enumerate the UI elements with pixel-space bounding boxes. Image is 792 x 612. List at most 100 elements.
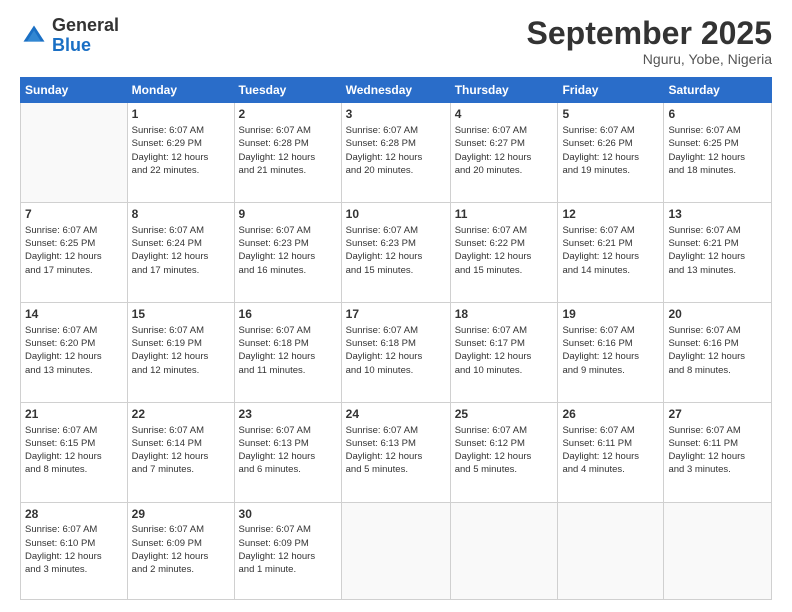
day-info: Sunrise: 6:07 AM Sunset: 6:16 PM Dayligh…	[668, 324, 767, 377]
weekday-sunday: Sunday	[21, 78, 128, 103]
day-info: Sunrise: 6:07 AM Sunset: 6:09 PM Dayligh…	[132, 523, 230, 576]
day-number: 18	[455, 306, 554, 323]
day-number: 29	[132, 506, 230, 523]
day-info: Sunrise: 6:07 AM Sunset: 6:12 PM Dayligh…	[455, 424, 554, 477]
weekday-monday: Monday	[127, 78, 234, 103]
day-info: Sunrise: 6:07 AM Sunset: 6:15 PM Dayligh…	[25, 424, 123, 477]
day-number: 25	[455, 406, 554, 423]
day-number: 28	[25, 506, 123, 523]
day-info: Sunrise: 6:07 AM Sunset: 6:21 PM Dayligh…	[562, 224, 659, 277]
day-info: Sunrise: 6:07 AM Sunset: 6:18 PM Dayligh…	[346, 324, 446, 377]
calendar-cell: 7Sunrise: 6:07 AM Sunset: 6:25 PM Daylig…	[21, 203, 128, 303]
day-number: 1	[132, 106, 230, 123]
calendar-week-3: 21Sunrise: 6:07 AM Sunset: 6:15 PM Dayli…	[21, 402, 772, 502]
day-number: 5	[562, 106, 659, 123]
day-number: 26	[562, 406, 659, 423]
calendar-week-4: 28Sunrise: 6:07 AM Sunset: 6:10 PM Dayli…	[21, 502, 772, 599]
calendar-cell	[450, 502, 558, 599]
month-title: September 2025	[527, 16, 772, 51]
title-block: September 2025 Nguru, Yobe, Nigeria	[527, 16, 772, 67]
calendar-body: 1Sunrise: 6:07 AM Sunset: 6:29 PM Daylig…	[21, 103, 772, 600]
calendar-cell: 10Sunrise: 6:07 AM Sunset: 6:23 PM Dayli…	[341, 203, 450, 303]
calendar-cell	[21, 103, 128, 203]
calendar-cell: 27Sunrise: 6:07 AM Sunset: 6:11 PM Dayli…	[664, 402, 772, 502]
calendar-cell: 20Sunrise: 6:07 AM Sunset: 6:16 PM Dayli…	[664, 302, 772, 402]
day-info: Sunrise: 6:07 AM Sunset: 6:13 PM Dayligh…	[239, 424, 337, 477]
day-number: 12	[562, 206, 659, 223]
calendar-cell: 5Sunrise: 6:07 AM Sunset: 6:26 PM Daylig…	[558, 103, 664, 203]
day-number: 6	[668, 106, 767, 123]
calendar-cell: 19Sunrise: 6:07 AM Sunset: 6:16 PM Dayli…	[558, 302, 664, 402]
day-info: Sunrise: 6:07 AM Sunset: 6:16 PM Dayligh…	[562, 324, 659, 377]
page: General Blue September 2025 Nguru, Yobe,…	[0, 0, 792, 612]
calendar-cell: 2Sunrise: 6:07 AM Sunset: 6:28 PM Daylig…	[234, 103, 341, 203]
weekday-header: SundayMondayTuesdayWednesdayThursdayFrid…	[21, 78, 772, 103]
day-number: 30	[239, 506, 337, 523]
day-info: Sunrise: 6:07 AM Sunset: 6:17 PM Dayligh…	[455, 324, 554, 377]
day-info: Sunrise: 6:07 AM Sunset: 6:27 PM Dayligh…	[455, 124, 554, 177]
day-info: Sunrise: 6:07 AM Sunset: 6:23 PM Dayligh…	[346, 224, 446, 277]
weekday-friday: Friday	[558, 78, 664, 103]
calendar-cell: 9Sunrise: 6:07 AM Sunset: 6:23 PM Daylig…	[234, 203, 341, 303]
day-number: 9	[239, 206, 337, 223]
weekday-saturday: Saturday	[664, 78, 772, 103]
day-number: 13	[668, 206, 767, 223]
calendar-cell: 11Sunrise: 6:07 AM Sunset: 6:22 PM Dayli…	[450, 203, 558, 303]
calendar-week-2: 14Sunrise: 6:07 AM Sunset: 6:20 PM Dayli…	[21, 302, 772, 402]
day-info: Sunrise: 6:07 AM Sunset: 6:25 PM Dayligh…	[668, 124, 767, 177]
day-number: 21	[25, 406, 123, 423]
calendar-week-1: 7Sunrise: 6:07 AM Sunset: 6:25 PM Daylig…	[21, 203, 772, 303]
day-info: Sunrise: 6:07 AM Sunset: 6:14 PM Dayligh…	[132, 424, 230, 477]
day-number: 27	[668, 406, 767, 423]
day-number: 17	[346, 306, 446, 323]
day-info: Sunrise: 6:07 AM Sunset: 6:11 PM Dayligh…	[562, 424, 659, 477]
day-info: Sunrise: 6:07 AM Sunset: 6:18 PM Dayligh…	[239, 324, 337, 377]
day-number: 24	[346, 406, 446, 423]
logo: General Blue	[20, 16, 119, 56]
logo-text: General Blue	[52, 16, 119, 56]
day-number: 8	[132, 206, 230, 223]
day-number: 14	[25, 306, 123, 323]
day-info: Sunrise: 6:07 AM Sunset: 6:21 PM Dayligh…	[668, 224, 767, 277]
calendar-cell: 22Sunrise: 6:07 AM Sunset: 6:14 PM Dayli…	[127, 402, 234, 502]
location: Nguru, Yobe, Nigeria	[527, 51, 772, 67]
header: General Blue September 2025 Nguru, Yobe,…	[20, 16, 772, 67]
day-info: Sunrise: 6:07 AM Sunset: 6:28 PM Dayligh…	[239, 124, 337, 177]
calendar-cell: 8Sunrise: 6:07 AM Sunset: 6:24 PM Daylig…	[127, 203, 234, 303]
day-number: 11	[455, 206, 554, 223]
calendar-cell: 18Sunrise: 6:07 AM Sunset: 6:17 PM Dayli…	[450, 302, 558, 402]
logo-icon	[20, 22, 48, 50]
day-number: 15	[132, 306, 230, 323]
day-info: Sunrise: 6:07 AM Sunset: 6:25 PM Dayligh…	[25, 224, 123, 277]
day-number: 23	[239, 406, 337, 423]
logo-blue: Blue	[52, 35, 91, 55]
weekday-tuesday: Tuesday	[234, 78, 341, 103]
calendar-cell: 30Sunrise: 6:07 AM Sunset: 6:09 PM Dayli…	[234, 502, 341, 599]
day-info: Sunrise: 6:07 AM Sunset: 6:28 PM Dayligh…	[346, 124, 446, 177]
calendar-cell	[664, 502, 772, 599]
calendar-cell: 24Sunrise: 6:07 AM Sunset: 6:13 PM Dayli…	[341, 402, 450, 502]
calendar-cell: 12Sunrise: 6:07 AM Sunset: 6:21 PM Dayli…	[558, 203, 664, 303]
logo-general: General	[52, 15, 119, 35]
day-info: Sunrise: 6:07 AM Sunset: 6:11 PM Dayligh…	[668, 424, 767, 477]
calendar-cell: 28Sunrise: 6:07 AM Sunset: 6:10 PM Dayli…	[21, 502, 128, 599]
day-number: 2	[239, 106, 337, 123]
day-number: 10	[346, 206, 446, 223]
day-info: Sunrise: 6:07 AM Sunset: 6:09 PM Dayligh…	[239, 523, 337, 576]
calendar-cell: 17Sunrise: 6:07 AM Sunset: 6:18 PM Dayli…	[341, 302, 450, 402]
day-number: 16	[239, 306, 337, 323]
calendar-cell: 1Sunrise: 6:07 AM Sunset: 6:29 PM Daylig…	[127, 103, 234, 203]
day-number: 22	[132, 406, 230, 423]
calendar-cell: 6Sunrise: 6:07 AM Sunset: 6:25 PM Daylig…	[664, 103, 772, 203]
day-number: 19	[562, 306, 659, 323]
calendar-cell: 15Sunrise: 6:07 AM Sunset: 6:19 PM Dayli…	[127, 302, 234, 402]
calendar-cell: 25Sunrise: 6:07 AM Sunset: 6:12 PM Dayli…	[450, 402, 558, 502]
day-number: 3	[346, 106, 446, 123]
weekday-thursday: Thursday	[450, 78, 558, 103]
day-number: 20	[668, 306, 767, 323]
day-info: Sunrise: 6:07 AM Sunset: 6:22 PM Dayligh…	[455, 224, 554, 277]
calendar-cell	[558, 502, 664, 599]
day-number: 7	[25, 206, 123, 223]
calendar-cell: 3Sunrise: 6:07 AM Sunset: 6:28 PM Daylig…	[341, 103, 450, 203]
day-info: Sunrise: 6:07 AM Sunset: 6:24 PM Dayligh…	[132, 224, 230, 277]
